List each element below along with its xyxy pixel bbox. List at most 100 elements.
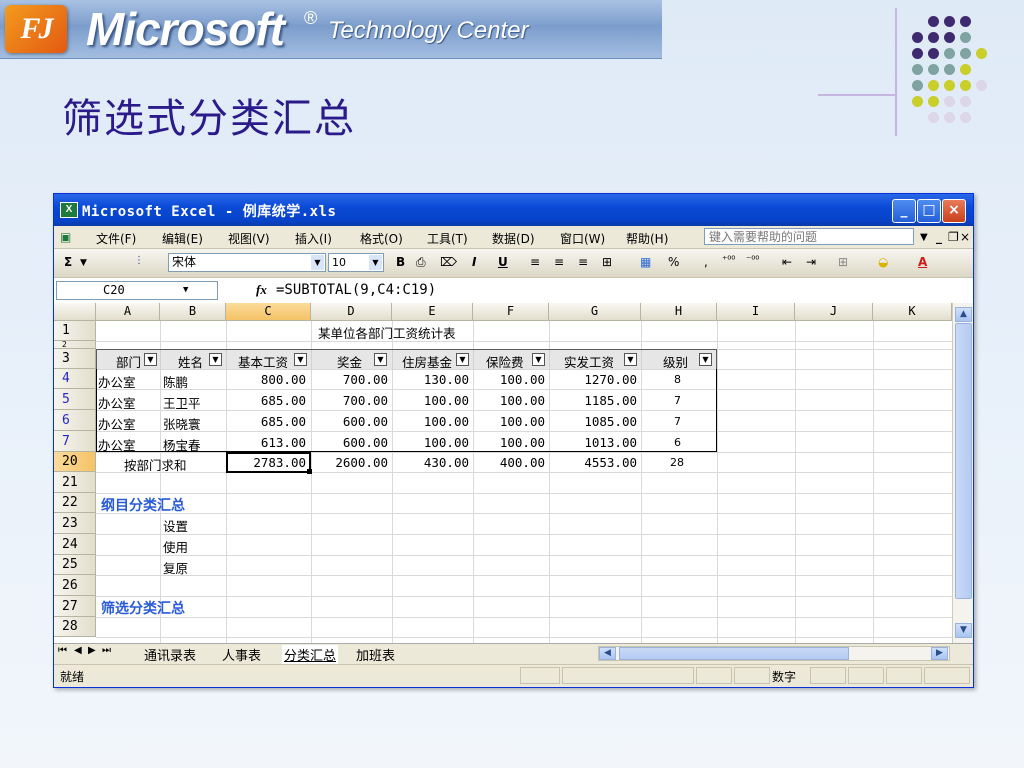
row-header-3[interactable]: 3 — [54, 349, 96, 369]
document-icon[interactable]: ▣ — [60, 230, 71, 244]
menu-data[interactable]: 数据(D) — [492, 230, 535, 247]
cell-bonus[interactable]: 600.00 — [311, 414, 388, 429]
menu-file[interactable]: 文件(F) — [96, 230, 136, 247]
row-header-6[interactable]: 6 — [54, 410, 96, 431]
function-icon[interactable]: fx — [256, 282, 267, 298]
menu-view[interactable]: 视图(V) — [228, 230, 270, 247]
increase-indent-icon[interactable]: ⇥ — [806, 255, 816, 269]
note-setup[interactable]: 设置 — [163, 516, 188, 535]
cell-level[interactable]: 7 — [674, 415, 681, 428]
cell-level[interactable]: 6 — [674, 436, 681, 449]
format-painter-icon[interactable]: ⌦ — [440, 255, 457, 269]
filter-dropdown-icon[interactable]: ▼ — [209, 353, 222, 366]
cell-name[interactable]: 王卫平 — [163, 393, 201, 412]
row-header-23[interactable]: 23 — [54, 513, 96, 534]
cell-housing[interactable]: 130.00 — [392, 372, 469, 387]
cell-level[interactable]: 8 — [674, 373, 681, 386]
cell-dept[interactable]: 办公室 — [98, 372, 136, 391]
menu-edit[interactable]: 编辑(E) — [162, 230, 203, 247]
column-header-e[interactable]: E — [392, 303, 473, 321]
align-left-icon[interactable]: ≡ — [530, 255, 540, 269]
cell-base[interactable]: 685.00 — [226, 414, 306, 429]
note-use[interactable]: 使用 — [163, 537, 188, 556]
decrease-decimal-icon[interactable]: ⁻⁰⁰ — [746, 255, 759, 266]
cell-base[interactable]: 685.00 — [226, 393, 306, 408]
cell-insurance[interactable]: 100.00 — [473, 393, 545, 408]
row-header-2[interactable]: 2 — [54, 341, 96, 349]
cell-dept[interactable]: 办公室 — [98, 393, 136, 412]
menu-window[interactable]: 窗口(W) — [560, 230, 605, 247]
row-header-26[interactable]: 26 — [54, 575, 96, 596]
filter-dropdown-icon[interactable]: ▼ — [456, 353, 469, 366]
currency-icon[interactable]: ▦ — [640, 255, 651, 269]
prev-sheet-icon[interactable]: ◀ — [74, 645, 82, 656]
doc-restore-icon[interactable]: ❐ — [948, 230, 959, 244]
cell-net[interactable]: 1270.00 — [549, 372, 637, 387]
align-center-icon[interactable]: ≡ — [554, 255, 564, 269]
cell-net[interactable]: 1013.00 — [549, 435, 637, 450]
autosum-dropdown-icon[interactable]: ▼ — [80, 258, 87, 268]
help-dropdown-icon[interactable]: ▼ — [920, 232, 928, 243]
summary-label[interactable]: 按部门求和 — [124, 455, 187, 474]
cell-bonus[interactable]: 600.00 — [311, 435, 388, 450]
excel-app-icon[interactable]: X — [60, 202, 78, 218]
cell-name[interactable]: 陈鹏 — [163, 372, 188, 391]
comma-style-icon[interactable]: , — [704, 255, 708, 269]
column-header-i[interactable]: I — [717, 303, 795, 321]
minimize-button[interactable]: _ — [892, 199, 916, 223]
title-bar[interactable]: X Microsoft Excel - 例库统学.xls _ □ × — [54, 194, 973, 226]
summary-housing[interactable]: 430.00 — [392, 455, 469, 470]
summary-insurance[interactable]: 400.00 — [473, 455, 545, 470]
spreadsheet-grid[interactable]: A B C D E F G H I J K 1 2 3 4 5 6 7 20 2… — [54, 303, 973, 643]
cell-bonus[interactable]: 700.00 — [311, 372, 388, 387]
increase-decimal-icon[interactable]: ⁺⁰⁰ — [722, 255, 735, 266]
name-box[interactable]: C20 ▼ — [56, 281, 218, 300]
maximize-button[interactable]: □ — [917, 199, 941, 223]
next-sheet-icon[interactable]: ▶ — [88, 645, 96, 656]
summary-level[interactable]: 28 — [670, 456, 684, 469]
doc-close-icon[interactable]: × — [960, 230, 970, 244]
cell-housing[interactable]: 100.00 — [392, 435, 469, 450]
resize-grip-icon[interactable] — [924, 667, 970, 684]
filter-dropdown-icon[interactable]: ▼ — [374, 353, 387, 366]
column-header-d[interactable]: D — [311, 303, 392, 321]
cell-name[interactable]: 张晓寰 — [163, 414, 201, 433]
filter-dropdown-icon[interactable]: ▼ — [532, 353, 545, 366]
sheet-tab-subtotal[interactable]: 分类汇总 — [282, 645, 339, 664]
cell-housing[interactable]: 100.00 — [392, 393, 469, 408]
autosum-button[interactable]: Σ — [64, 255, 72, 269]
cell-insurance[interactable]: 100.00 — [473, 372, 545, 387]
decrease-indent-icon[interactable]: ⇤ — [782, 255, 792, 269]
row-header-4[interactable]: 4 — [54, 369, 96, 389]
doc-minimize-icon[interactable]: _ — [936, 230, 942, 244]
column-header-f[interactable]: F — [473, 303, 549, 321]
align-right-icon[interactable]: ≡ — [578, 255, 588, 269]
font-size-select[interactable]: 10 ▼ — [328, 253, 384, 272]
row-header-25[interactable]: 25 — [54, 555, 96, 575]
scroll-left-icon[interactable]: ◀ — [599, 647, 616, 660]
cell-level[interactable]: 7 — [674, 394, 681, 407]
sheet-tab-personnel[interactable]: 人事表 — [222, 645, 261, 664]
column-header-c[interactable]: C — [226, 303, 311, 321]
scroll-up-icon[interactable]: ▲ — [955, 307, 972, 322]
row-header-5[interactable]: 5 — [54, 389, 96, 410]
camera-icon[interactable]: ⎙ — [416, 255, 426, 270]
row-header-7[interactable]: 7 — [54, 431, 96, 452]
column-header-k[interactable]: K — [873, 303, 952, 321]
menu-help[interactable]: 帮助(H) — [626, 230, 668, 247]
hscroll-thumb[interactable] — [619, 647, 849, 660]
cell-net[interactable]: 1185.00 — [549, 393, 637, 408]
scroll-thumb[interactable] — [955, 323, 972, 599]
italic-button[interactable]: I — [472, 255, 476, 269]
column-header-g[interactable]: G — [549, 303, 641, 321]
row-header-27[interactable]: 27 — [54, 596, 96, 617]
row-header-21[interactable]: 21 — [54, 472, 96, 493]
row-header-20[interactable]: 20 — [54, 452, 96, 472]
menu-format[interactable]: 格式(O) — [360, 230, 403, 247]
summary-base[interactable]: 2783.00 — [226, 455, 306, 470]
font-size-dropdown-icon[interactable]: ▼ — [369, 255, 382, 270]
note-outline-subtotal[interactable]: 纲目分类汇总 — [101, 495, 185, 515]
bold-button[interactable]: B — [396, 255, 405, 269]
percent-button[interactable]: % — [668, 255, 679, 269]
borders-icon[interactable]: ⊞ — [838, 255, 848, 269]
